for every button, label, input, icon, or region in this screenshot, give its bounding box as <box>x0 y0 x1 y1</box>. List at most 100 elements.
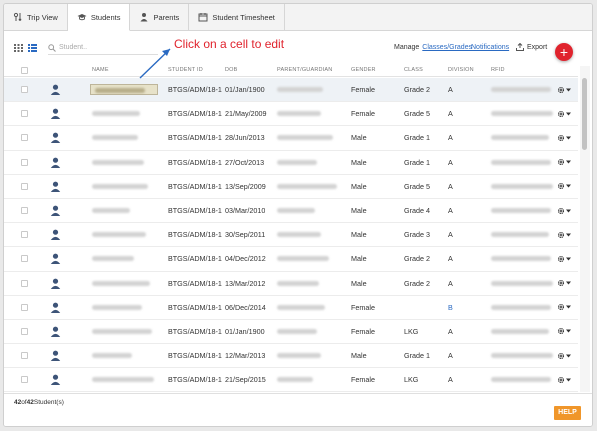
dob-cell[interactable]: 13/Sep/2009 <box>225 182 266 191</box>
division-cell[interactable]: A <box>448 109 453 118</box>
class-cell[interactable]: Grade 5 <box>404 182 430 191</box>
parent-cell[interactable] <box>277 280 319 286</box>
tab-trip-view[interactable]: Trip View <box>4 4 68 30</box>
dob-cell[interactable]: 30/Sep/2011 <box>225 230 265 239</box>
class-cell[interactable]: LKG <box>404 327 418 336</box>
student-id-cell[interactable]: BTGS/ADM/18-1t <box>168 109 222 118</box>
table-row[interactable]: BTGS/ADM/18-1t 21/Sep/2015 Female LKG A <box>4 368 578 393</box>
division-cell[interactable]: B <box>448 303 453 312</box>
row-actions-button[interactable] <box>557 255 571 263</box>
rfid-cell[interactable] <box>491 87 551 93</box>
parent-cell[interactable] <box>277 256 329 262</box>
class-cell[interactable]: Grade 3 <box>404 230 430 239</box>
rfid-cell[interactable] <box>491 280 553 286</box>
gender-cell[interactable]: Female <box>351 109 375 118</box>
gender-cell[interactable]: Male <box>351 279 367 288</box>
class-cell[interactable]: Grade 2 <box>404 279 430 288</box>
row-actions-button[interactable] <box>557 231 571 239</box>
grid-view-icon[interactable] <box>14 44 23 52</box>
help-button[interactable]: HELP <box>554 406 581 420</box>
student-id-cell[interactable]: BTGS/ADM/18-1t <box>168 351 222 360</box>
name-cell[interactable] <box>92 135 138 141</box>
student-id-cell[interactable]: BTGS/ADM/18-1t <box>168 230 222 239</box>
name-cell[interactable] <box>92 280 150 286</box>
class-cell[interactable]: LKG <box>404 375 418 384</box>
row-checkbox[interactable] <box>21 182 28 190</box>
rfid-cell[interactable] <box>491 377 551 383</box>
name-cell[interactable] <box>92 304 142 310</box>
column-header[interactable]: Student ID <box>168 67 203 73</box>
row-actions-button[interactable] <box>557 182 571 190</box>
row-checkbox[interactable] <box>21 86 28 94</box>
tab-students[interactable]: Students <box>67 4 131 31</box>
column-header[interactable]: DOB <box>225 67 238 73</box>
table-row[interactable]: BTGS/ADM/18-1t 27/Oct/2013 Male Grade 1 … <box>4 151 578 175</box>
dob-cell[interactable]: 27/Oct/2013 <box>225 158 264 167</box>
class-cell[interactable]: Grade 5 <box>404 109 430 118</box>
dob-cell[interactable]: 04/Dec/2012 <box>225 254 266 263</box>
row-checkbox[interactable] <box>21 327 28 335</box>
division-cell[interactable]: A <box>448 230 453 239</box>
student-id-cell[interactable]: BTGS/ADM/18-1t <box>168 85 222 94</box>
gender-cell[interactable]: Male <box>351 133 367 142</box>
division-cell[interactable]: A <box>448 254 453 263</box>
rfid-cell[interactable] <box>491 208 551 214</box>
row-checkbox[interactable] <box>21 352 28 360</box>
division-cell[interactable]: A <box>448 351 453 360</box>
row-checkbox[interactable] <box>21 207 28 215</box>
rfid-cell[interactable] <box>491 159 551 165</box>
name-cell[interactable] <box>92 328 152 334</box>
student-id-cell[interactable]: BTGS/ADM/18-1t <box>168 303 222 312</box>
search-input[interactable]: Student.. <box>59 44 87 51</box>
row-actions-button[interactable] <box>557 207 571 215</box>
division-cell[interactable]: A <box>448 182 453 191</box>
tab-parents[interactable]: Parents <box>130 4 190 30</box>
parent-cell[interactable] <box>277 377 313 383</box>
row-checkbox[interactable] <box>21 158 28 166</box>
division-cell[interactable]: A <box>448 206 453 215</box>
name-cell[interactable] <box>92 232 146 238</box>
rfid-cell[interactable] <box>491 328 549 334</box>
student-id-cell[interactable]: BTGS/ADM/18-1t <box>168 327 222 336</box>
parent-cell[interactable] <box>277 304 325 310</box>
division-cell[interactable]: A <box>448 375 453 384</box>
table-row[interactable]: BTGS/ADM/18-1t 01/Jan/1900 Female LKG A <box>4 320 578 345</box>
row-checkbox[interactable] <box>21 303 28 311</box>
column-header[interactable]: Class <box>404 67 423 73</box>
division-cell[interactable]: A <box>448 85 453 94</box>
division-cell[interactable]: A <box>448 158 453 167</box>
row-checkbox[interactable] <box>21 110 28 118</box>
scrollbar-thumb[interactable] <box>582 78 587 150</box>
parent-cell[interactable] <box>277 111 321 117</box>
column-header[interactable]: Division <box>448 67 474 73</box>
table-row[interactable]: BTGS/ADM/18-1t 04/Dec/2012 Male Grade 2 … <box>4 247 578 272</box>
search-box[interactable]: Student.. <box>48 41 158 55</box>
table-row[interactable]: BTGS/ADM/18-1t 30/Sep/2011 Male Grade 3 … <box>4 223 578 248</box>
rfid-cell[interactable] <box>491 304 551 310</box>
name-cell[interactable] <box>92 353 132 359</box>
rfid-cell[interactable] <box>491 111 553 117</box>
student-id-cell[interactable]: BTGS/ADM/18-1t <box>168 133 222 142</box>
notifications-link[interactable]: Notifications <box>471 44 509 51</box>
row-actions-button[interactable] <box>557 158 571 166</box>
gender-cell[interactable]: Male <box>351 230 367 239</box>
table-row[interactable]: BTGS/ADM/18-1t 21/May/2009 Female Grade … <box>4 102 578 127</box>
select-all-checkbox[interactable] <box>21 67 28 74</box>
name-cell-editing[interactable] <box>90 84 158 96</box>
gender-cell[interactable]: Male <box>351 206 367 215</box>
row-actions-button[interactable] <box>557 303 571 311</box>
dob-cell[interactable]: 01/Jan/1900 <box>225 327 265 336</box>
name-cell[interactable] <box>92 208 130 214</box>
name-cell[interactable] <box>92 183 148 189</box>
row-actions-button[interactable] <box>557 327 571 335</box>
row-actions-button[interactable] <box>557 352 571 360</box>
parent-cell[interactable] <box>277 328 317 334</box>
student-id-cell[interactable]: BTGS/ADM/18-1t <box>168 375 222 384</box>
gender-cell[interactable]: Male <box>351 182 367 191</box>
name-cell[interactable] <box>92 159 144 165</box>
class-cell[interactable]: Grade 1 <box>404 351 430 360</box>
row-checkbox[interactable] <box>21 376 28 384</box>
student-id-cell[interactable]: BTGS/ADM/18-1t <box>168 206 222 215</box>
row-actions-button[interactable] <box>557 110 571 118</box>
row-actions-button[interactable] <box>557 86 571 94</box>
